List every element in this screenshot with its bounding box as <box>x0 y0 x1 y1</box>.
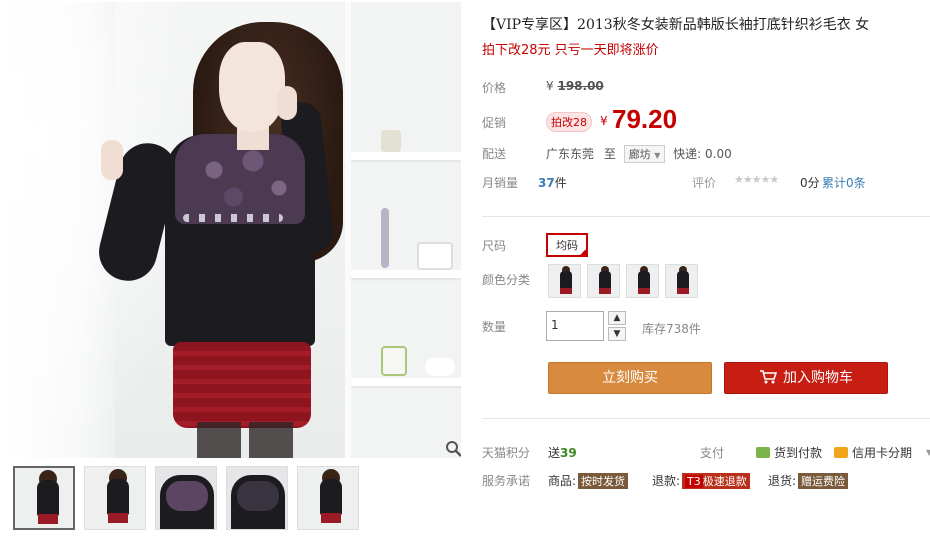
shipping-fee: 快递: 0.00 <box>673 147 732 161</box>
promo-tag: 拍改28 <box>546 112 592 132</box>
sales-count: 37 <box>538 176 555 190</box>
size-option-label: 均码 <box>556 239 578 252</box>
thumbnail[interactable] <box>155 466 217 530</box>
sweater-stars <box>183 214 283 222</box>
shelf-background <box>345 2 461 458</box>
cash-on-delivery-icon <box>756 447 770 458</box>
review-count-link[interactable]: 累计0条 <box>822 174 866 191</box>
chevron-down-icon: ▼ <box>654 151 661 160</box>
check-icon <box>578 247 588 257</box>
size-label: 尺码 <box>482 239 507 253</box>
color-label: 颜色分类 <box>482 273 531 287</box>
price-box: 价格 ¥ 198.00 促销 拍改28 ¥ 79.20 配送 广东东莞 至 廊坊… <box>482 67 930 201</box>
service-return-tag[interactable]: 赠运费险 <box>798 473 849 489</box>
stock-count: 库存738件 <box>642 322 701 336</box>
service-return-label: 退货: <box>768 474 797 488</box>
thumbnail[interactable] <box>13 466 75 530</box>
service-goods-label: 商品: <box>548 474 577 488</box>
quantity-increase-button[interactable]: ▲ <box>608 311 626 325</box>
add-to-cart-label: 加入购物车 <box>783 370 853 386</box>
points-label: 天猫积分 <box>482 446 531 460</box>
quantity-decrease-button[interactable]: ▼ <box>608 327 626 341</box>
original-price-label: 价格 <box>482 81 507 95</box>
add-to-cart-button[interactable]: 加入购物车 <box>724 362 888 394</box>
promo-label: 促销 <box>482 116 507 130</box>
original-price-value: 198.00 <box>557 79 604 93</box>
shelf-clock <box>381 130 401 152</box>
destination-value: 廊坊 <box>628 148 651 161</box>
shipping-label: 配送 <box>482 147 507 161</box>
service-goods-tag[interactable]: 按时发货 <box>578 473 629 489</box>
service-refund: 退款: T3 极速退款 <box>652 472 750 489</box>
model-skirt <box>173 342 311 428</box>
color-option[interactable] <box>665 264 698 298</box>
payment-cod-label: 货到付款 <box>774 446 823 460</box>
service-refund-tag-label: 极速退款 <box>702 475 747 488</box>
service-label: 服务承诺 <box>482 474 531 488</box>
points-value: 送39 <box>548 444 577 461</box>
t3-badge: T3 <box>685 475 703 488</box>
shelf-vase <box>381 208 389 268</box>
credit-card-icon <box>834 447 848 458</box>
model-face <box>219 42 285 132</box>
shipping-from: 广东东莞 <box>546 147 595 161</box>
promo-price: 79.20 <box>612 104 678 134</box>
buy-now-button[interactable]: 立刻购买 <box>548 362 712 394</box>
model-legs <box>197 422 293 458</box>
shelf-board <box>351 378 461 386</box>
model-hand-left <box>101 140 123 180</box>
promo-currency: ¥ <box>600 114 608 128</box>
currency-symbol: ¥ <box>546 79 554 93</box>
thumbnail[interactable] <box>297 466 359 530</box>
service-return: 退货: 赠运费险 <box>768 472 849 489</box>
product-subtitle: 拍下改28元 只亏一天即将涨价 <box>482 43 659 58</box>
zoom-icon[interactable] <box>445 440 461 458</box>
monthly-sales: 37件 <box>538 174 567 191</box>
shelf-board <box>351 270 461 278</box>
payment-credit-installment[interactable]: 信用卡分期 <box>834 444 912 461</box>
shelf-board <box>351 152 461 160</box>
monthly-sales-label: 月销量 <box>482 176 519 190</box>
color-options <box>548 264 698 298</box>
service-refund-tag[interactable]: T3 极速退款 <box>682 473 750 489</box>
divider <box>482 418 930 419</box>
rating-value: 0分 <box>800 176 820 190</box>
payment-credit-label: 信用卡分期 <box>852 446 913 460</box>
thumbnail-strip <box>13 466 359 530</box>
shipping-info: 广东东莞 至 廊坊 ▼ 快递: 0.00 <box>546 145 732 163</box>
cart-icon <box>760 370 777 384</box>
destination-select[interactable]: 廊坊 ▼ <box>623 145 666 163</box>
service-goods: 商品: 按时发货 <box>548 472 629 489</box>
payment-cod[interactable]: 货到付款 <box>756 444 822 461</box>
shelf-bowl <box>425 358 455 376</box>
thumbnail[interactable] <box>84 466 146 530</box>
service-refund-label: 退款: <box>652 474 681 488</box>
model-hand-right <box>277 86 297 120</box>
rating-label: 评价 <box>692 176 717 190</box>
color-option[interactable] <box>626 264 659 298</box>
color-option[interactable] <box>587 264 620 298</box>
size-option-selected[interactable]: 均码 <box>546 233 588 257</box>
sales-unit: 件 <box>554 176 567 190</box>
chevron-down-icon[interactable]: ▼ <box>926 448 930 457</box>
divider <box>482 216 930 217</box>
product-title: 【VIP专享区】2013秋冬女装新品韩版长袖打底针织衫毛衣 女 <box>482 17 870 33</box>
rating-stars-icon: ★★★★★ <box>734 173 779 186</box>
quantity-input[interactable]: 1 <box>546 311 604 341</box>
shelf-frame-green <box>381 346 407 376</box>
points-prefix: 送 <box>548 446 561 460</box>
original-price: ¥ 198.00 <box>546 79 604 93</box>
points-number: 39 <box>560 446 577 460</box>
shelf-frame <box>417 242 453 270</box>
thumbnail[interactable] <box>226 466 288 530</box>
color-option[interactable] <box>548 264 581 298</box>
shipping-to-word: 至 <box>603 147 616 161</box>
payment-label: 支付 <box>700 446 725 460</box>
quantity-label: 数量 <box>482 320 507 334</box>
product-details-panel: 【VIP专享区】2013秋冬女装新品韩版长袖打底针织衫毛衣 女 拍下改28元 只… <box>482 0 930 540</box>
main-product-image[interactable] <box>5 2 461 458</box>
